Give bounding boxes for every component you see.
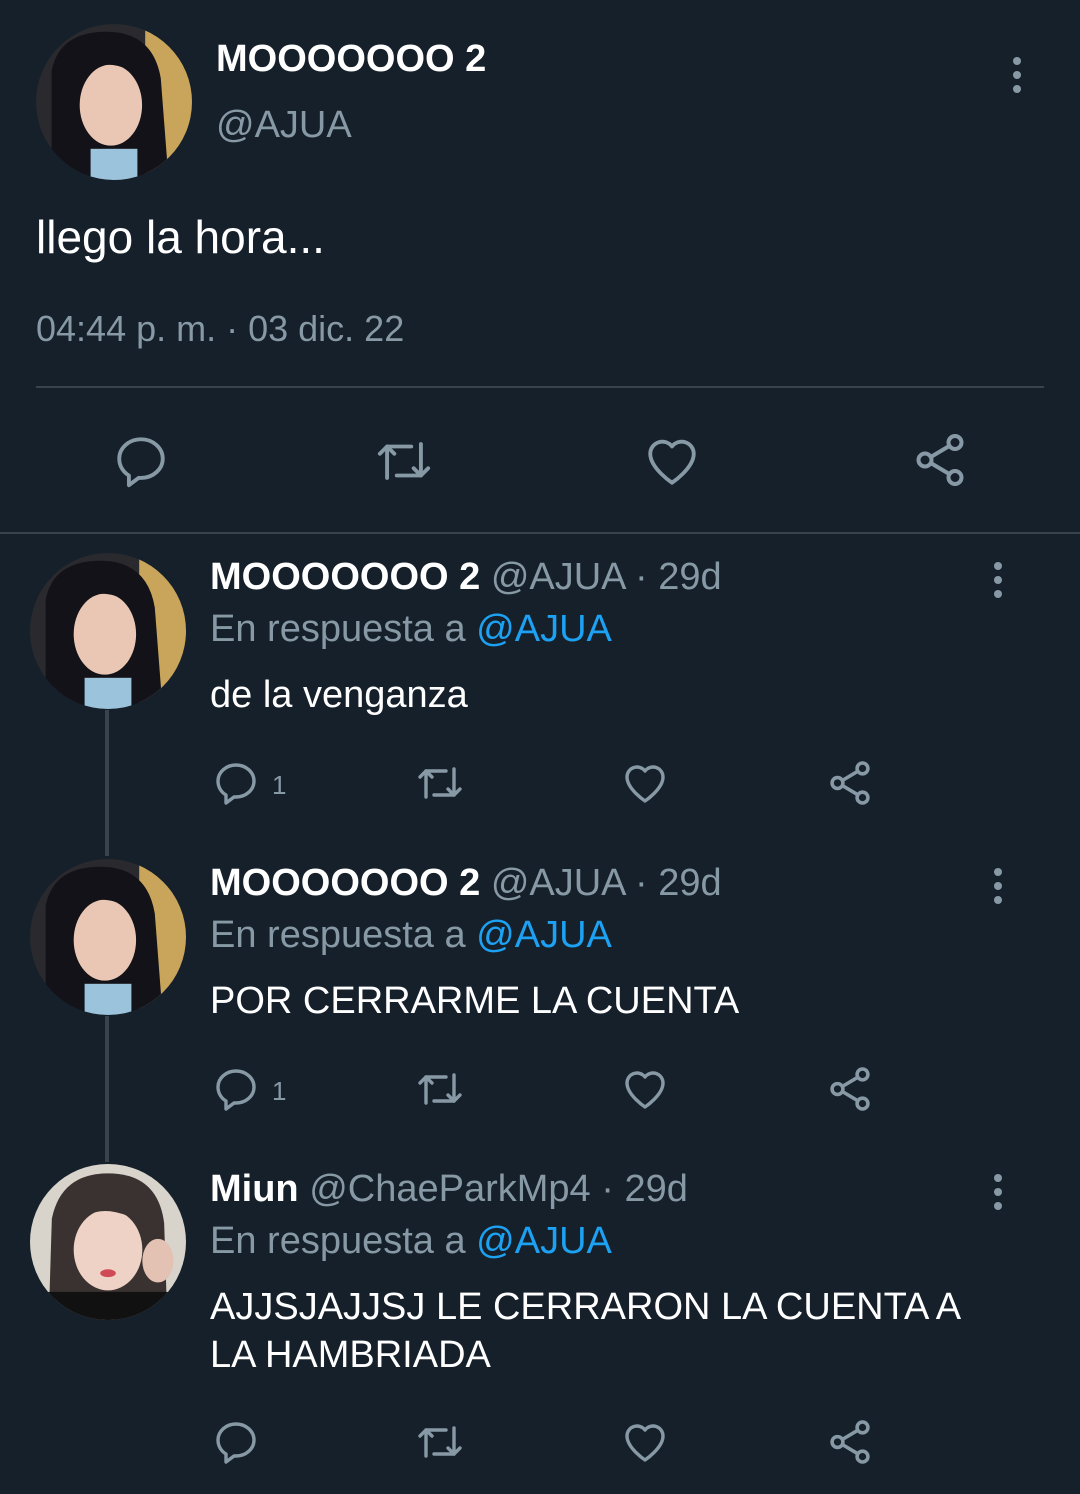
timestamp[interactable]: 04:44 p. m. · 03 dic. 22 — [36, 308, 404, 350]
share-icon[interactable] — [825, 1064, 875, 1114]
retweet-icon[interactable] — [412, 759, 468, 807]
retweet-icon[interactable] — [412, 1418, 468, 1466]
tweet-age: · 29d — [601, 1168, 688, 1210]
retweet-icon[interactable] — [412, 1065, 468, 1113]
retweet-icon[interactable] — [372, 432, 436, 490]
reply-icon[interactable] — [212, 759, 260, 807]
display-name[interactable]: MOOOOOOO 2 — [210, 556, 480, 598]
display-name[interactable]: MOOOOOOO 2 — [210, 862, 480, 904]
reply-to-mention[interactable]: @AJUA — [476, 1220, 612, 1262]
share-icon[interactable] — [825, 1417, 875, 1467]
tweet-text-line-1: AJJSJAJJSJ LE CERRARON LA CUENTA A — [210, 1286, 962, 1328]
reply-icon[interactable] — [112, 432, 170, 490]
tweet-age: · 29d — [635, 862, 722, 904]
more-options-icon[interactable] — [1005, 57, 1029, 99]
handle[interactable]: @ChaeParkMp4 — [309, 1168, 590, 1210]
handle[interactable]: @AJUA — [216, 104, 352, 147]
tweet-age: · 29d — [635, 556, 722, 598]
more-options-icon[interactable] — [986, 562, 1010, 604]
reply-icon[interactable] — [212, 1418, 260, 1466]
reply-context-label: En respuesta a — [210, 914, 466, 956]
reply-context-label: En respuesta a — [210, 608, 466, 650]
avatar[interactable] — [30, 553, 186, 709]
tweet-text: POR CERRARME LA CUENTA — [210, 980, 740, 1022]
like-icon[interactable] — [621, 759, 669, 807]
reply-count: 1 — [272, 770, 287, 800]
like-icon[interactable] — [621, 1418, 669, 1466]
share-icon[interactable] — [910, 430, 970, 490]
handle[interactable]: @AJUA — [491, 862, 625, 904]
handle[interactable]: @AJUA — [491, 556, 625, 598]
reply-icon[interactable] — [212, 1065, 260, 1113]
avatar[interactable] — [30, 1164, 186, 1320]
divider — [36, 386, 1044, 388]
thread-line — [105, 1016, 109, 1162]
reply-context-label: En respuesta a — [210, 1220, 466, 1262]
like-icon[interactable] — [643, 432, 701, 490]
more-options-icon[interactable] — [986, 1174, 1010, 1216]
thread-line — [105, 710, 109, 856]
tweet-text: de la venganza — [210, 674, 468, 716]
avatar[interactable] — [30, 859, 186, 1015]
reply-to-mention[interactable]: @AJUA — [476, 608, 612, 650]
display-name[interactable]: Miun — [210, 1168, 299, 1210]
more-options-icon[interactable] — [986, 868, 1010, 910]
display-name[interactable]: MOOOOOOO 2 — [216, 38, 486, 81]
section-divider — [0, 532, 1080, 534]
share-icon[interactable] — [825, 758, 875, 808]
avatar[interactable] — [36, 24, 192, 180]
reply-to-mention[interactable]: @AJUA — [476, 914, 612, 956]
reply-count: 1 — [272, 1076, 287, 1106]
like-icon[interactable] — [621, 1065, 669, 1113]
tweet-text: llego la hora... — [36, 211, 325, 263]
tweet-text-line-2: LA HAMBRIADA — [210, 1334, 491, 1376]
